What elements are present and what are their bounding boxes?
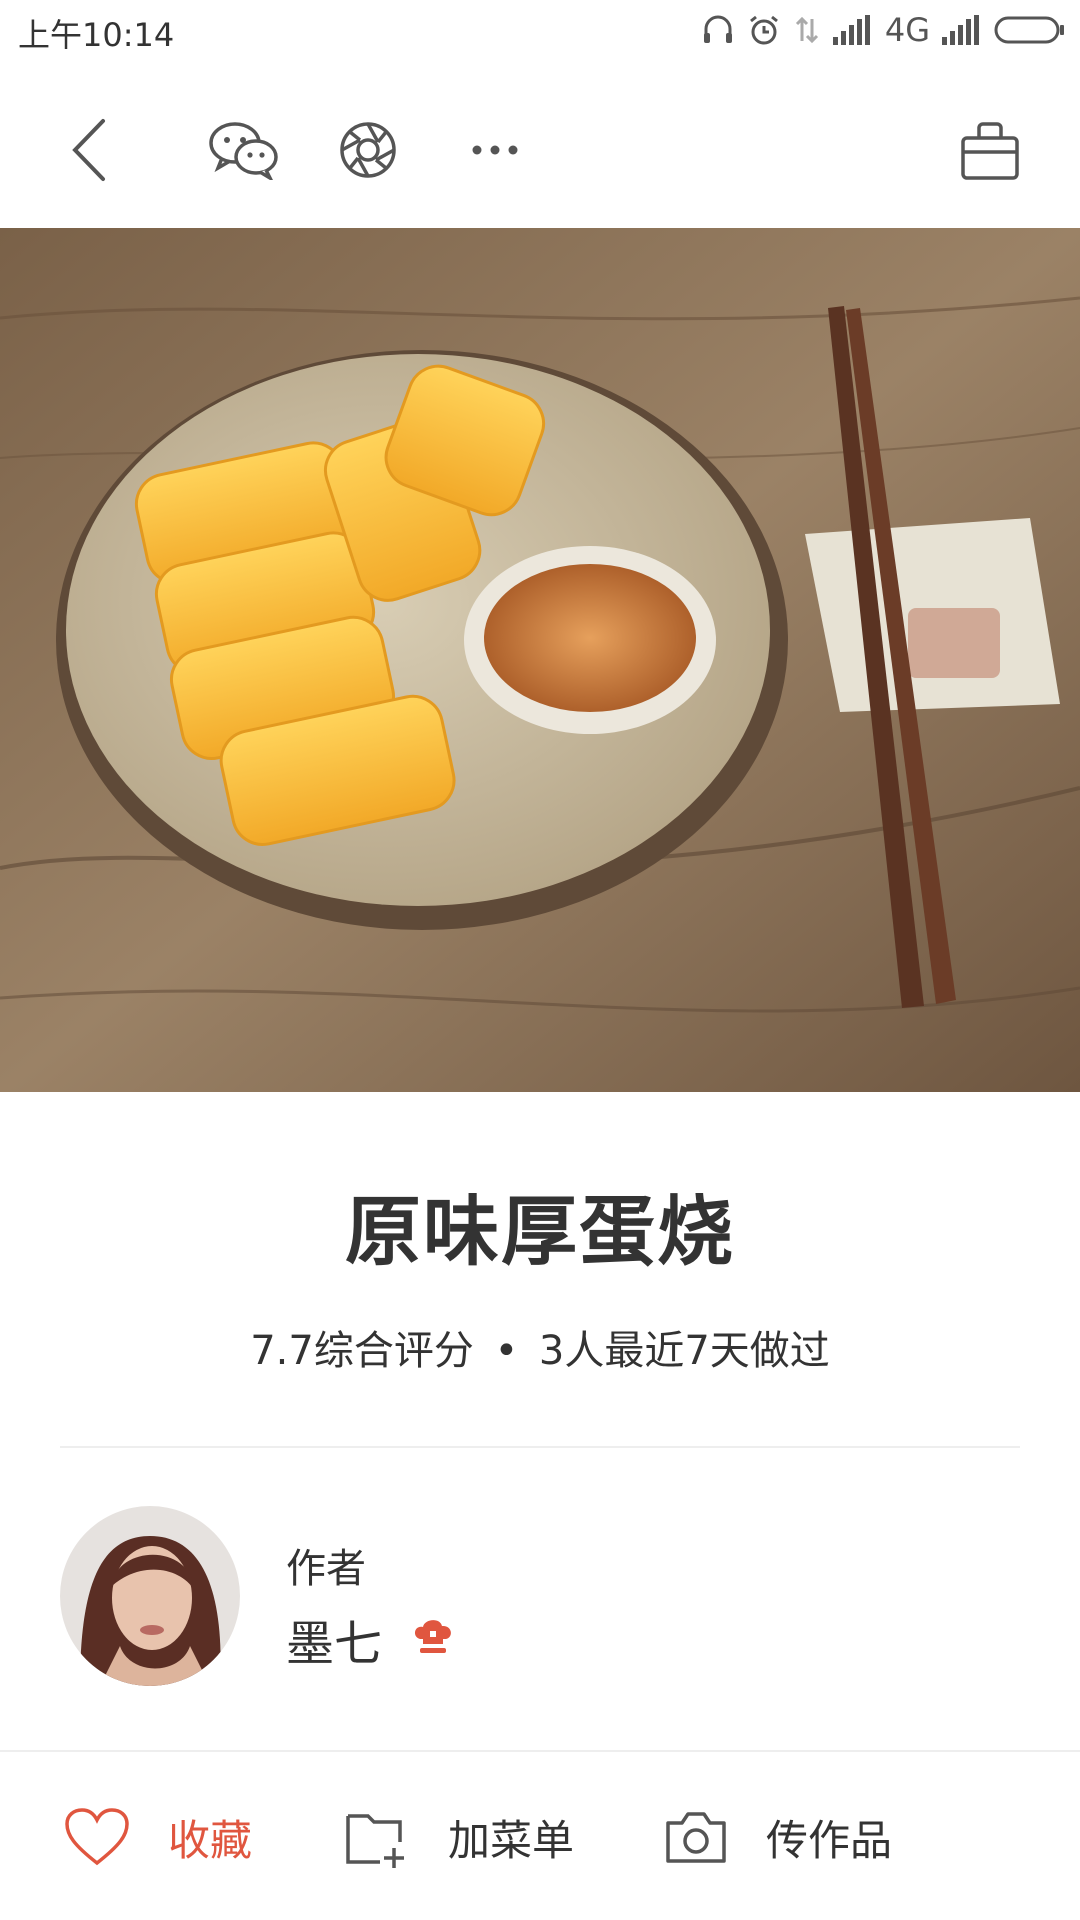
add-folder-icon <box>344 1804 410 1870</box>
signal-icon-2 <box>942 15 982 45</box>
recipe-hero-image <box>0 228 1080 1092</box>
add-menu-label: 加菜单 <box>448 1815 575 1865</box>
alarm-icon <box>747 13 781 47</box>
favorite-button[interactable]: 收藏 <box>64 1802 252 1872</box>
meta-separator: • <box>494 1328 519 1374</box>
wechat-icon[interactable] <box>204 110 284 190</box>
basket-icon[interactable] <box>950 110 1030 190</box>
upload-work-button[interactable]: 传作品 <box>664 1802 892 1872</box>
back-icon[interactable] <box>50 110 130 190</box>
battery-icon <box>994 15 1066 45</box>
add-to-menu-button[interactable]: 加菜单 <box>344 1802 574 1872</box>
rating-text: 7.7综合评分 <box>250 1328 474 1374</box>
bottom-action-bar: 收藏 加菜单 传作品 <box>0 1750 1080 1920</box>
chef-hat-icon <box>412 1617 454 1661</box>
upload-label: 传作品 <box>766 1815 893 1865</box>
favorite-label: 收藏 <box>168 1815 253 1865</box>
status-icons: 4G <box>701 8 1066 52</box>
moments-icon[interactable] <box>328 110 408 190</box>
headphones-icon <box>701 13 735 47</box>
divider <box>60 1446 1020 1448</box>
status-bar: 上午10:14 4G <box>0 0 1080 60</box>
status-time: 上午10:14 <box>18 16 175 54</box>
network-type: 4G <box>884 11 930 49</box>
data-transfer-icon <box>793 13 821 47</box>
nav-bar <box>0 90 1080 200</box>
author-label: 作者 <box>286 1546 366 1592</box>
more-icon[interactable] <box>455 110 535 190</box>
recipe-meta: 7.7综合评分 • 3人最近7天做过 <box>0 1318 1080 1376</box>
camera-icon <box>664 1809 728 1865</box>
author-name-row[interactable]: 墨七 <box>286 1604 454 1674</box>
heart-icon <box>64 1807 130 1867</box>
author-name[interactable]: 墨七 <box>286 1604 382 1674</box>
recent-cooks-text: 3人最近7天做过 <box>538 1328 830 1374</box>
signal-icon <box>832 15 873 45</box>
recipe-title: 原味厚蛋烧 <box>345 1187 735 1276</box>
author-avatar[interactable] <box>60 1506 240 1686</box>
